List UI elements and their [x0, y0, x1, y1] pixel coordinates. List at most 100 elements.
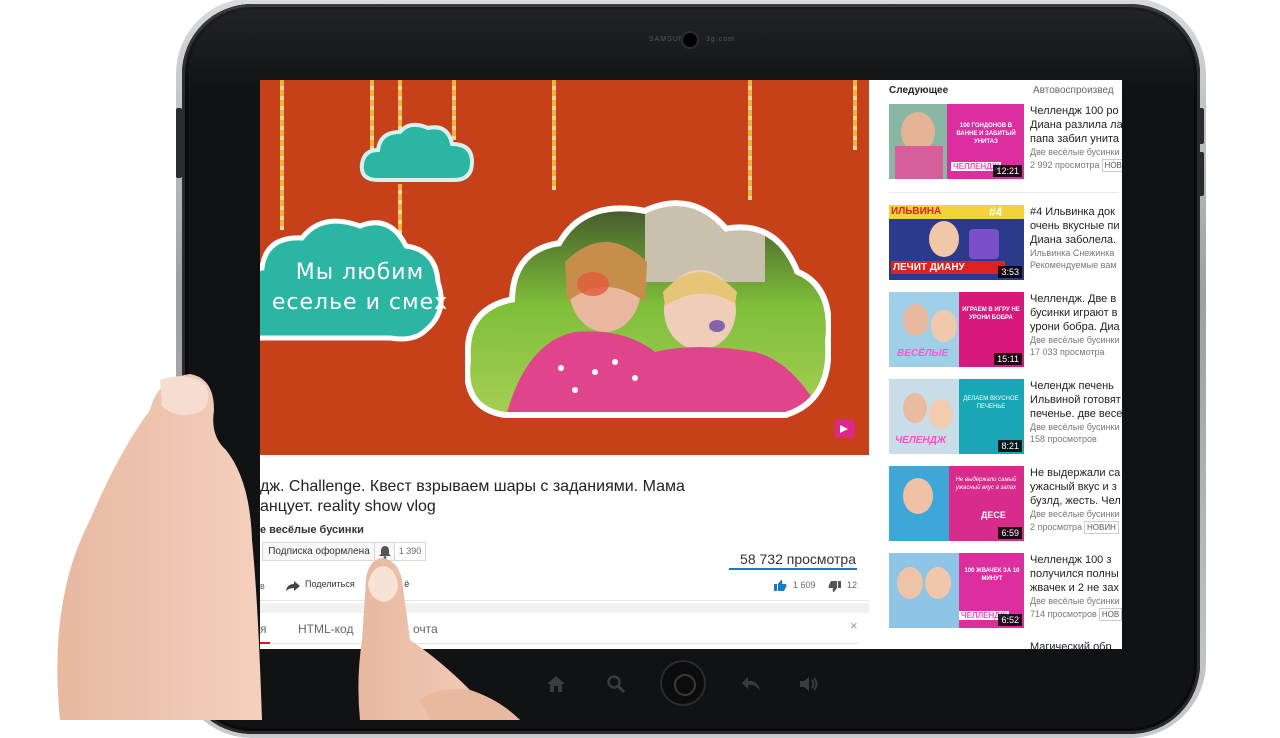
video-title: Челлендж. Две в бусинки играют в урони б… [1030, 292, 1122, 334]
hanging-string [853, 80, 857, 150]
new-badge: НОВИН [1084, 521, 1119, 534]
video-title-line2: Ильвиной готовят [1030, 394, 1121, 406]
video-title-line2: получился полны [1030, 568, 1119, 580]
subscriber-count: 1 390 [394, 542, 426, 561]
video-meta: 17 033 просмотра [1030, 347, 1105, 357]
video-title: #4 Ильвинка док очень вкусные пи Диана з… [1030, 205, 1122, 247]
search-nav-icon[interactable] [606, 674, 626, 694]
share-button[interactable]: Поделиться ё [305, 579, 409, 589]
sidebar-video-item[interactable]: ИГРАЕМ В ИГРУ НЕ УРОНИ БОБРА ВЕСЁЛЫЕ 15:… [889, 292, 1122, 368]
sidebar-video-item[interactable]: Не выдержали самый ужасный вкус в запах … [889, 466, 1122, 542]
thumbnail-caption: ЧЕЛЕНДЖ [895, 435, 947, 446]
tab-share[interactable]: я [260, 622, 267, 636]
video-title-line1: #4 Ильвинка док [1030, 206, 1115, 218]
video-channel: Две весёлые бусинки [1030, 335, 1120, 345]
tablet-left-button [176, 108, 182, 178]
thumbnail-caption: ВЕСЁЛЫЕ [897, 348, 949, 359]
video-title-line3: урони бобра. Диа [1030, 321, 1120, 333]
active-tab-indicator [260, 642, 270, 644]
video-title: Не выдержали са ужасный вкус и з бузлд, … [1030, 466, 1122, 508]
thumbnail-text: ИЛЬВИНА [891, 206, 942, 217]
video-duration: 8:21 [998, 440, 1022, 452]
hanging-string [748, 80, 752, 200]
overlay-text-line1: Мы любим [295, 260, 425, 285]
video-title: Челендж печень Ильвиной готовят печенье.… [1030, 379, 1122, 421]
view-count: 2 просмотра [1030, 522, 1083, 532]
tab-embed-html[interactable]: HTML-код [298, 622, 353, 636]
view-count: 714 просмотров [1030, 609, 1097, 619]
video-title-line1: Магический обр [1030, 641, 1112, 649]
video-title-line3: печенье. две весе [1030, 408, 1122, 420]
close-tabs-button[interactable]: × [850, 618, 858, 633]
front-camera [683, 33, 697, 47]
home-nav-icon[interactable] [545, 674, 567, 694]
bell-icon [379, 546, 391, 559]
video-meta: 714 просмотров НОВ [1030, 608, 1122, 621]
thumbnail-text: ДЕЛАЕМ ВКУСНОЕ ПЕЧЕНЬЕ [963, 396, 1019, 410]
video-thumbnail[interactable]: 100 ЖВАЧЕК ЗА 10 МИНУТ ЧЕЛЛЕНДЖ 6:52 [889, 553, 1024, 628]
video-thumbnail[interactable]: 100 ГОНДОНОВ В ВАННЕ И ЗАБИТЫЙ УНИТАЗ ЧЕ… [889, 104, 1024, 179]
more-label: ё [404, 579, 410, 589]
children-photo-cloud [465, 200, 831, 418]
thumbnail-text: ИГРАЕМ В ИГРУ НЕ УРОНИ БОБРА [962, 307, 1020, 321]
video-title-line3: папа забил унита [1030, 133, 1120, 145]
video-title-line1: Челлендж. Две в [1030, 293, 1117, 305]
sidebar-separator [889, 192, 1119, 193]
share-tabs: я HTML-код очта × [260, 613, 869, 649]
video-title-line1: Не выдержали са [1030, 467, 1121, 479]
video-title: Магический обр [1030, 640, 1122, 649]
video-title: Челлендж 100 з получился полны жвачек и … [1030, 553, 1122, 595]
channel-name[interactable]: е весёлые бусинки [260, 524, 364, 536]
home-button-ring [674, 674, 696, 696]
thumbnail-text: Не выдержали самый ужасный вкус в запах [955, 477, 1017, 491]
subscribe-button[interactable]: Подписка оформлена [262, 542, 376, 561]
video-meta: 158 просмотров [1030, 434, 1097, 444]
like-count: 1 609 [793, 580, 816, 590]
video-title-line1: дж. Challenge. Квест взрываем шары с зад… [260, 478, 685, 495]
view-count: 58 732 просмотра [740, 551, 856, 567]
video-title-line1: Челлендж 100 ро [1030, 105, 1119, 117]
video-title-line1: Челендж печень [1030, 380, 1114, 392]
tablet-side-button-bottom [1198, 152, 1204, 196]
video-title-line2: бусинки играют в [1030, 307, 1118, 319]
dislike-icon[interactable] [828, 580, 842, 593]
action-add-label[interactable]: в [260, 581, 265, 591]
likes-ratio-bar [729, 568, 857, 570]
tab-email[interactable]: очта [413, 622, 438, 636]
view-count: 2 992 просмотра [1030, 160, 1100, 170]
sidebar-video-item[interactable]: ИЛЬВИНА #4 ЛЕЧИТ ДИАНУ 3:53 #4 Ильвинка … [889, 205, 1122, 281]
volume-nav-icon[interactable] [798, 674, 820, 694]
notification-bell-button[interactable] [374, 542, 396, 561]
video-thumbnail[interactable]: Не выдержали самый ужасный вкус в запах … [889, 466, 1024, 541]
small-cloud-decoration [359, 122, 475, 182]
up-next-sidebar: Следующее Автовоспроизвед 100 ГОНДОНОВ В… [869, 80, 1122, 649]
sidebar-video-item[interactable]: 100 ГОНДОНОВ В ВАННЕ И ЗАБИТЫЙ УНИТАЗ ЧЕ… [889, 104, 1122, 180]
video-duration: 15:11 [994, 353, 1022, 365]
video-title-line3: бузлд, жесть. Чел [1030, 495, 1121, 507]
text-cloud: Мы любим еселье и смех [260, 208, 450, 348]
share-icon [286, 581, 300, 591]
video-title: Челлендж 100 ро Диана разлила ла папа за… [1030, 104, 1122, 146]
video-thumbnail[interactable]: ИГРАЕМ В ИГРУ НЕ УРОНИ БОБРА ВЕСЁЛЫЕ 15:… [889, 292, 1024, 367]
camera-brand-right: 3g.com [706, 36, 735, 43]
video-channel: Две весёлые бусинки [1030, 147, 1120, 157]
video-player[interactable]: Мы любим еселье и смех [260, 80, 869, 455]
back-nav-icon[interactable] [740, 674, 762, 694]
video-title: дж. Challenge. Квест взрываем шары с зад… [260, 477, 860, 517]
video-thumbnail[interactable]: ИЛЬВИНА #4 ЛЕЧИТ ДИАНУ 3:53 [889, 205, 1024, 280]
autoplay-label[interactable]: Автовоспроизвед [1033, 85, 1114, 96]
video-title-line3: жвачек и 2 не зах [1030, 582, 1119, 594]
sidebar-video-item[interactable]: 100 ЖВАЧЕК ЗА 10 МИНУТ ЧЕЛЛЕНДЖ 6:52 Чел… [889, 553, 1122, 629]
section-gap [260, 603, 869, 613]
video-duration: 3:53 [998, 266, 1022, 278]
sidebar-video-item[interactable]: Магический обр [889, 640, 1122, 649]
info-divider [260, 600, 869, 601]
overlay-text-line2: еселье и смех [271, 290, 449, 315]
share-label: Поделиться [305, 579, 355, 589]
video-channel: Две весёлые бусинки [1030, 596, 1120, 606]
like-icon[interactable] [773, 579, 787, 592]
video-title-line2: очень вкусные пи [1030, 220, 1120, 232]
video-duration: 12:21 [993, 165, 1022, 177]
video-thumbnail[interactable]: ДЕЛАЕМ ВКУСНОЕ ПЕЧЕНЬЕ ЧЕЛЕНДЖ 8:21 [889, 379, 1024, 454]
sidebar-video-item[interactable]: ДЕЛАЕМ ВКУСНОЕ ПЕЧЕНЬЕ ЧЕЛЕНДЖ 8:21 Челе… [889, 379, 1122, 455]
